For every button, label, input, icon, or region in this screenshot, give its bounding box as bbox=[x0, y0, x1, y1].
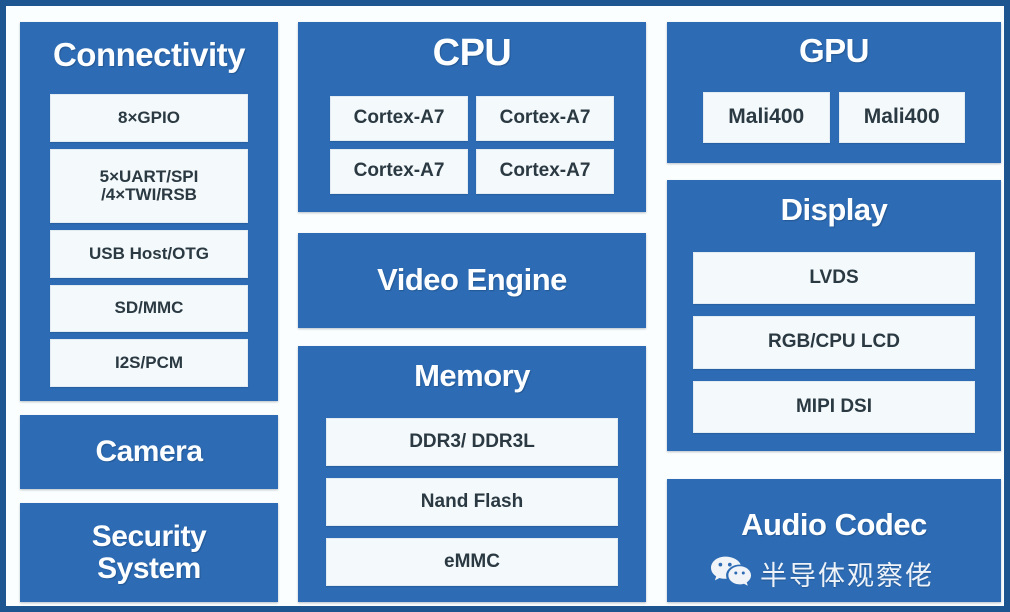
security-system-title: Security System bbox=[91, 520, 207, 585]
display-title: Display bbox=[780, 192, 888, 227]
gpu-core-2: Mali400 bbox=[838, 92, 965, 143]
block-camera: Camera bbox=[20, 415, 278, 489]
gpu-title: GPU bbox=[798, 32, 870, 69]
memory-item-emmc: eMMC bbox=[326, 538, 618, 586]
memory-item-nand-flash: Nand Flash bbox=[326, 478, 618, 526]
security-title-line1: Security bbox=[91, 520, 207, 553]
connectivity-title: Connectivity bbox=[52, 36, 246, 73]
connectivity-item-gpio: 8×GPIO bbox=[50, 94, 248, 142]
cpu-core-grid: Cortex-A7 Cortex-A7 Cortex-A7 Cortex-A7 bbox=[330, 96, 614, 194]
block-video-engine: Video Engine bbox=[298, 233, 646, 328]
memory-item-ddr3: DDR3/ DDR3L bbox=[326, 418, 618, 466]
block-cpu: CPU Cortex-A7 Cortex-A7 Cortex-A7 Cortex… bbox=[298, 22, 646, 212]
display-item-mipi-dsi: MIPI DSI bbox=[693, 380, 975, 433]
memory-item-list: DDR3/ DDR3L Nand Flash eMMC bbox=[326, 418, 618, 586]
connectivity-item-sdmmc: SD/MMC bbox=[50, 284, 248, 333]
block-connectivity: Connectivity 8×GPIO 5×UART/SPI /4×TWI/RS… bbox=[20, 22, 278, 401]
block-audio-codec: Audio Codec bbox=[667, 479, 1001, 602]
camera-title: Camera bbox=[95, 435, 203, 469]
gpu-core-row: Mali400 Mali400 bbox=[703, 92, 965, 143]
soc-block-diagram: Connectivity 8×GPIO 5×UART/SPI /4×TWI/RS… bbox=[0, 0, 1010, 612]
block-gpu: GPU Mali400 Mali400 bbox=[667, 22, 1001, 163]
connectivity-item-uart-spi-line1: 5×UART/SPI bbox=[99, 166, 199, 186]
display-item-list: LVDS RGB/CPU LCD MIPI DSI bbox=[693, 252, 975, 433]
connectivity-item-uart-spi-twi-rsb: 5×UART/SPI /4×TWI/RSB bbox=[50, 148, 248, 224]
connectivity-item-i2s-pcm: I2S/PCM bbox=[50, 339, 248, 387]
cpu-core-3: Cortex-A7 bbox=[330, 149, 468, 194]
connectivity-item-list: 8×GPIO 5×UART/SPI /4×TWI/RSB USB Host/OT… bbox=[50, 94, 248, 387]
security-title-line2: System bbox=[97, 551, 201, 585]
cpu-title: CPU bbox=[432, 32, 512, 74]
audio-codec-title: Audio Codec bbox=[741, 507, 927, 542]
cpu-core-2: Cortex-A7 bbox=[476, 96, 614, 141]
gpu-core-1: Mali400 bbox=[703, 92, 830, 143]
connectivity-item-uart-spi-line2: /4×TWI/RSB bbox=[101, 184, 197, 204]
cpu-core-4: Cortex-A7 bbox=[476, 149, 614, 194]
block-security-system: Security System bbox=[20, 503, 278, 602]
memory-title: Memory bbox=[414, 358, 530, 393]
cpu-core-1: Cortex-A7 bbox=[330, 96, 468, 141]
block-display: Display LVDS RGB/CPU LCD MIPI DSI bbox=[667, 180, 1001, 451]
display-item-lvds: LVDS bbox=[693, 252, 975, 305]
video-engine-title: Video Engine bbox=[377, 262, 567, 298]
display-item-rgb-cpu-lcd: RGB/CPU LCD bbox=[693, 316, 975, 369]
block-memory: Memory DDR3/ DDR3L Nand Flash eMMC bbox=[298, 346, 646, 602]
connectivity-item-usb: USB Host/OTG bbox=[50, 230, 248, 278]
